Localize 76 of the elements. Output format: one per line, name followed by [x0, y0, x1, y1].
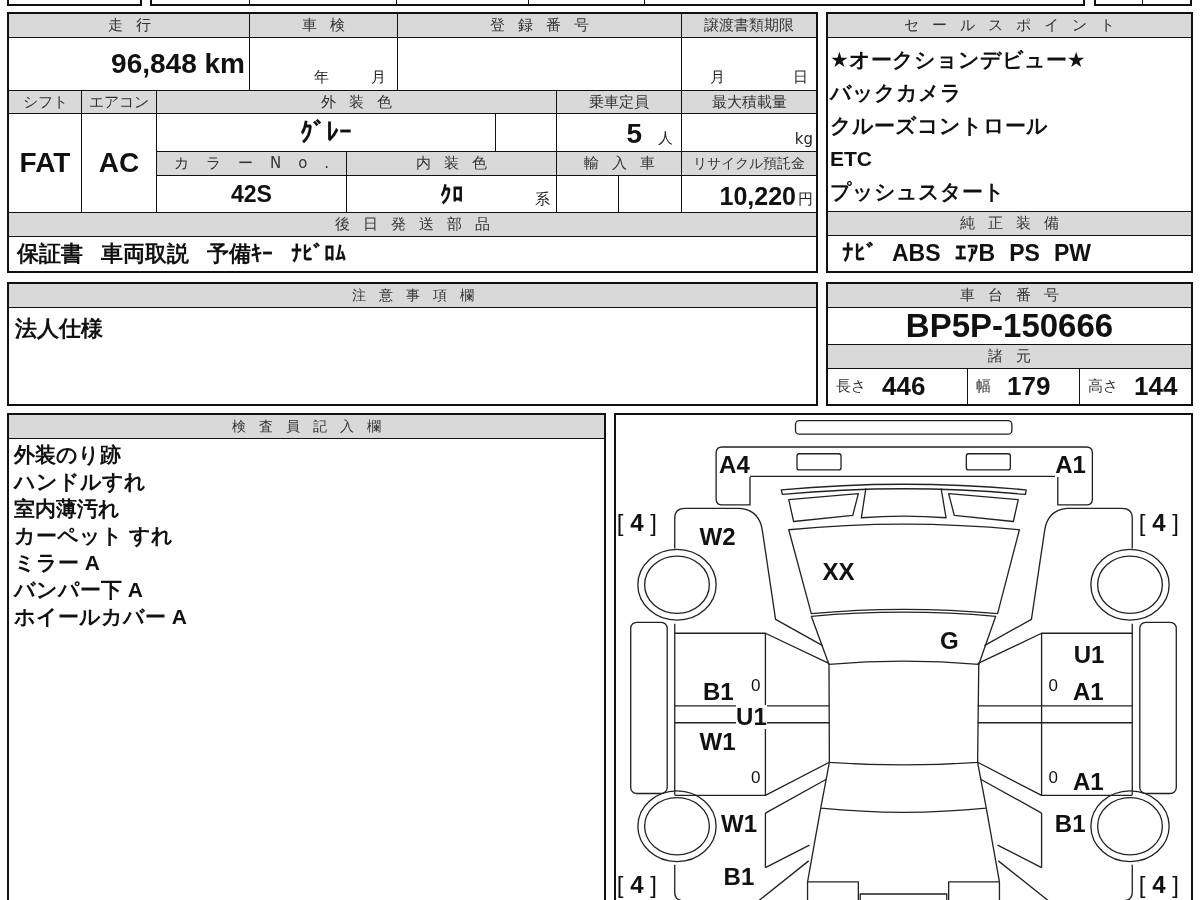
parts-item: ﾅﾋﾞﾛﾑ: [291, 241, 346, 267]
note-text: 法人仕様: [15, 315, 103, 343]
field-label: 最大積載量: [682, 91, 816, 113]
damage-code: A4: [719, 453, 750, 478]
equipment-item: ｴｱB: [954, 240, 996, 267]
field-label: シフト: [9, 91, 81, 113]
number-label: 0: [751, 768, 761, 786]
number-label: 0: [751, 677, 761, 695]
damage-code: A1: [1055, 453, 1086, 478]
field-value: 96,848 km: [111, 48, 245, 80]
field-label: 走行: [9, 14, 249, 37]
parts-item: 予備ｷｰ: [207, 240, 273, 268]
sales-point-text: ★オークションデビュー★: [830, 47, 1086, 73]
field-label: エアコン: [82, 91, 156, 113]
field-value: 5: [626, 120, 642, 148]
unit-label: 月: [371, 68, 386, 87]
sales-point-text: クルーズコントロール: [830, 113, 1048, 139]
spec-label: 長さ: [836, 377, 866, 396]
field-label: リサイクル預託金: [682, 152, 816, 175]
number-label: 0: [1048, 768, 1058, 786]
tread-depth-label: [ 4 ]: [1138, 510, 1179, 535]
unit-label: 月: [710, 68, 725, 87]
field-value: 42S: [231, 180, 272, 208]
field-label: 登録番号: [398, 14, 681, 37]
equipment-item: ABS: [892, 240, 941, 267]
unit-label: 系: [535, 190, 550, 209]
section-title: 諸元: [828, 345, 1191, 368]
spec-value: 446: [882, 371, 926, 402]
field-value: AC: [98, 147, 140, 179]
field-label: 輸入車: [557, 152, 681, 175]
parts-item: 保証書: [17, 240, 83, 268]
equipment-item: PS: [1009, 240, 1040, 267]
field-label: 後日発送部品: [9, 213, 816, 236]
tread-depth-label: [ 4 ]: [616, 872, 657, 897]
section-title: 車台番号: [828, 284, 1191, 307]
sales-point-text: バックカメラ: [830, 80, 962, 106]
field-value: ｸﾛ: [439, 180, 464, 208]
spec-value: 179: [1007, 371, 1051, 402]
tread-depth-label: [ 4 ]: [616, 510, 657, 535]
field-label: カラーNo.: [157, 152, 346, 175]
inspection-note: 外装のり跡: [14, 442, 121, 468]
field-label: 車検: [250, 14, 397, 37]
unit-label: 円: [798, 190, 813, 209]
parts-item: 車両取説: [101, 240, 189, 268]
unit-label: 日: [793, 68, 808, 87]
field-value: 10,220: [719, 184, 796, 209]
equipment-item: ﾅﾋﾞ: [842, 240, 878, 267]
section-title: 純正装備: [828, 212, 1191, 235]
unit-label: 年: [314, 68, 329, 87]
equipment-item: PW: [1053, 240, 1091, 267]
section-title: 注意事項欄: [9, 284, 816, 307]
inspection-note: バンパー下 A: [14, 577, 143, 603]
tread-depth-label: [ 4 ]: [1138, 872, 1179, 897]
inspection-note: ホイールカバー A: [14, 604, 187, 630]
chassis-number: BP5P-150666: [905, 307, 1114, 345]
field-value: FAT: [19, 147, 71, 179]
spec-label: 幅: [976, 377, 991, 396]
number-label: 0: [1048, 677, 1058, 695]
section-title: セールスポイント: [828, 14, 1191, 37]
inspection-note: 室内薄汚れ: [14, 496, 120, 522]
spec-label: 高さ: [1088, 377, 1118, 396]
inspection-note: カーペット すれ: [14, 523, 173, 549]
sales-point-text: ETC: [830, 146, 872, 172]
spec-value: 144: [1134, 371, 1178, 402]
unit-label: 人: [658, 129, 673, 148]
field-label: 乗車定員: [557, 91, 681, 113]
section-title: 検査員記入欄: [9, 415, 604, 439]
inspection-note: ミラー A: [14, 550, 100, 576]
field-label: 外装色: [157, 91, 556, 113]
field-label: 譲渡書類期限: [682, 14, 816, 37]
field-label: 内装色: [347, 152, 556, 175]
sales-point-text: プッシュスタート: [830, 179, 1005, 205]
unit-label: kg: [794, 130, 813, 148]
damage-code: U1: [736, 705, 767, 730]
field-value: ｸﾞﾚｰ: [300, 117, 352, 148]
inspection-note: ハンドルすれ: [14, 469, 146, 495]
